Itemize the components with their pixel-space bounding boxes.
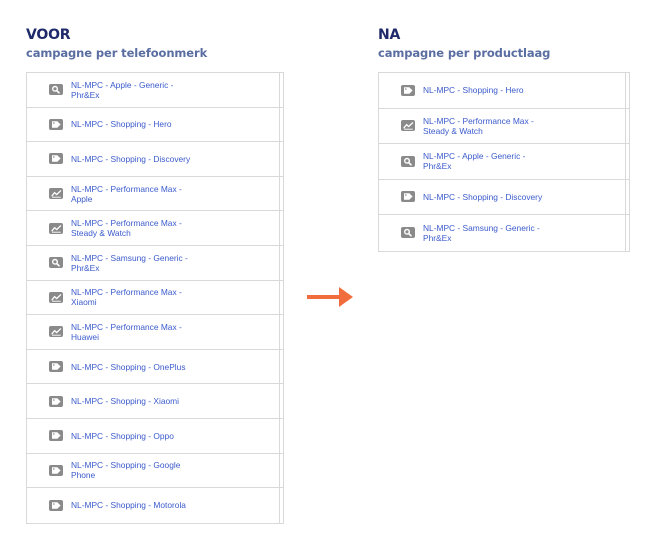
campaign-row[interactable]: NL-MPC - Shopping - Hero: [27, 108, 283, 143]
campaign-row[interactable]: NL-MPC - Shopping - Discovery: [27, 142, 283, 177]
campaign-name[interactable]: NL-MPC - Shopping - Xiaomi: [71, 396, 179, 406]
after-column: NA campagne per productlaag NL-MPC - Sho…: [378, 27, 630, 252]
performance-icon: [49, 291, 63, 303]
after-title: NA: [378, 27, 401, 43]
campaign-name[interactable]: NL-MPC - Shopping - OnePlus: [71, 362, 186, 372]
campaign-name[interactable]: NL-MPC - Shopping - Discovery: [423, 192, 542, 202]
search-icon: [49, 84, 63, 96]
campaign-row[interactable]: NL-MPC - Shopping - Xiaomi: [27, 384, 283, 419]
campaign-row[interactable]: NL-MPC - Samsung - Generic - Phr&Ex: [27, 246, 283, 281]
campaign-name[interactable]: NL-MPC - Apple - Generic - Phr&Ex: [71, 80, 203, 100]
campaign-name[interactable]: NL-MPC - Performance Max - Apple: [71, 184, 203, 204]
campaign-name[interactable]: NL-MPC - Performance Max - Xiaomi: [71, 287, 203, 307]
campaign-row[interactable]: NL-MPC - Shopping - Hero: [379, 73, 629, 109]
campaign-row[interactable]: NL-MPC - Shopping - Oppo: [27, 419, 283, 454]
performance-icon: [49, 222, 63, 234]
tag-icon: [401, 84, 415, 96]
campaign-row[interactable]: NL-MPC - Performance Max - Apple: [27, 177, 283, 212]
campaign-row[interactable]: NL-MPC - Shopping - OnePlus: [27, 350, 283, 385]
search-icon: [401, 227, 415, 239]
after-campaign-list: NL-MPC - Shopping - Hero NL-MPC - Perform…: [378, 72, 630, 252]
campaign-name[interactable]: NL-MPC - Shopping - Hero: [71, 119, 172, 129]
search-icon: [401, 155, 415, 167]
campaign-name[interactable]: NL-MPC - Shopping - Hero: [423, 85, 524, 95]
campaign-row[interactable]: NL-MPC - Performance Max - Steady & Watc…: [379, 109, 629, 144]
tag-icon: [401, 191, 415, 203]
tag-icon: [49, 430, 63, 442]
tag-icon: [49, 499, 63, 511]
campaign-row[interactable]: NL-MPC - Shopping - Google Phone: [27, 454, 283, 489]
campaign-name[interactable]: NL-MPC - Shopping - Google Phone: [71, 460, 203, 480]
tag-icon: [49, 395, 63, 407]
search-icon: [49, 257, 63, 269]
before-title: VOOR: [26, 27, 71, 43]
campaign-row[interactable]: NL-MPC - Apple - Generic - Phr&Ex: [379, 144, 629, 180]
after-subtitle: campagne per productlaag: [378, 46, 551, 60]
tag-icon: [49, 118, 63, 130]
campaign-row[interactable]: NL-MPC - Shopping - Motorola: [27, 488, 283, 523]
tag-icon: [49, 361, 63, 373]
before-subtitle: campagne per telefoonmerk: [26, 46, 208, 60]
performance-icon: [49, 188, 63, 200]
campaign-name[interactable]: NL-MPC - Performance Max - Steady & Watc…: [71, 218, 203, 238]
campaign-row[interactable]: NL-MPC - Apple - Generic - Phr&Ex: [27, 73, 283, 108]
arrow-right-icon: [307, 287, 353, 307]
campaign-row[interactable]: NL-MPC - Shopping - Discovery: [379, 180, 629, 215]
before-campaign-list: NL-MPC - Apple - Generic - Phr&Ex NL-MPC …: [26, 72, 284, 524]
tag-icon: [49, 153, 63, 165]
campaign-row[interactable]: NL-MPC - Performance Max - Huawei: [27, 315, 283, 350]
campaign-name[interactable]: NL-MPC - Samsung - Generic - Phr&Ex: [71, 253, 203, 273]
campaign-name[interactable]: NL-MPC - Apple - Generic - Phr&Ex: [423, 151, 549, 171]
campaign-row[interactable]: NL-MPC - Performance Max - Steady & Watc…: [27, 211, 283, 246]
campaign-row[interactable]: NL-MPC - Performance Max - Xiaomi: [27, 281, 283, 316]
campaign-name[interactable]: NL-MPC - Samsung - Generic - Phr&Ex: [423, 223, 549, 243]
campaign-name[interactable]: NL-MPC - Performance Max - Huawei: [71, 322, 203, 342]
performance-icon: [49, 326, 63, 338]
before-column: VOOR campagne per telefoonmerk NL-MPC - …: [26, 27, 284, 524]
performance-icon: [401, 120, 415, 132]
campaign-name[interactable]: NL-MPC - Shopping - Motorola: [71, 500, 186, 510]
campaign-row[interactable]: NL-MPC - Samsung - Generic - Phr&Ex: [379, 215, 629, 251]
campaign-name[interactable]: NL-MPC - Shopping - Discovery: [71, 154, 190, 164]
tag-icon: [49, 464, 63, 476]
campaign-name[interactable]: NL-MPC - Performance Max - Steady & Watc…: [423, 116, 549, 136]
campaign-name[interactable]: NL-MPC - Shopping - Oppo: [71, 431, 174, 441]
